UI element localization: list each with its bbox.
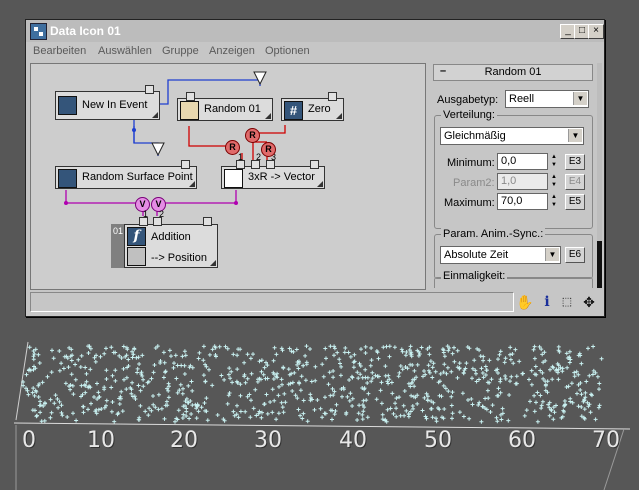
ausgabetyp-label: Ausgabetyp: bbox=[437, 94, 499, 106]
input-port[interactable] bbox=[181, 160, 190, 169]
minimum-spinner[interactable]: 0,0 ▲ ▼ bbox=[497, 153, 559, 170]
resize-corner-icon bbox=[152, 112, 158, 118]
menu-anzeigen[interactable]: Anzeigen bbox=[209, 45, 255, 57]
axis-tick: 50 bbox=[424, 428, 452, 453]
resize-corner-icon bbox=[336, 113, 342, 119]
port-number: 1 bbox=[143, 209, 149, 219]
random-op-node[interactable]: R bbox=[225, 140, 240, 155]
port-number: 2 bbox=[256, 152, 262, 162]
ausgabetyp-select[interactable]: Reell ▼ bbox=[505, 90, 589, 108]
node-graph[interactable]: New In Event Random 01 # Zero Random Sur… bbox=[30, 63, 426, 290]
maximum-event-button[interactable]: E5 bbox=[565, 194, 585, 210]
rollout-title: Random 01 bbox=[484, 66, 542, 78]
resize-corner-icon bbox=[210, 260, 216, 266]
axis-tick: 20 bbox=[170, 428, 198, 453]
param2-label: Param2: bbox=[453, 177, 495, 189]
sync-select[interactable]: Absolute Zeit ▼ bbox=[440, 246, 561, 264]
properties-panel: – Random 01 Ausgabetyp: Reell ▼ Verteilu… bbox=[429, 63, 597, 288]
menu-bearbeiten[interactable]: Bearbeiten bbox=[33, 45, 86, 57]
maximum-label: Maximum: bbox=[444, 197, 495, 209]
select-icon[interactable]: ⬚ bbox=[558, 293, 576, 311]
verteilung-select[interactable]: Gleichmäßig ▼ bbox=[440, 127, 584, 145]
position-icon bbox=[127, 247, 146, 266]
random-op-node[interactable]: R bbox=[261, 142, 276, 157]
hash-icon: # bbox=[284, 101, 303, 120]
port-number: 2 bbox=[159, 209, 165, 219]
menu-auswaehlen[interactable]: Auswählen bbox=[98, 45, 152, 57]
param2-spinner[interactable]: 1,0 ▲ ▼ bbox=[497, 173, 559, 190]
vector-icon bbox=[224, 169, 243, 188]
verteilung-label: Verteilung: bbox=[441, 109, 497, 121]
minimum-label: Minimum: bbox=[447, 157, 495, 169]
einmaligkeit-label: Einmaligkeit: bbox=[441, 270, 508, 282]
title-bar[interactable]: Data Icon 01 _ □ × bbox=[26, 20, 604, 42]
minimum-event-button[interactable]: E3 bbox=[565, 154, 585, 170]
move-icon[interactable]: ✥ bbox=[580, 293, 598, 311]
node-zero[interactable]: # Zero bbox=[281, 98, 344, 121]
axis-tick: 0 bbox=[22, 428, 36, 453]
node-addition[interactable]: f Addition --> Position bbox=[124, 224, 218, 268]
resize-corner-icon bbox=[265, 113, 271, 119]
chevron-down-icon: ▼ bbox=[573, 92, 587, 105]
data-icon-window: Data Icon 01 _ □ × Bearbeiten Auswählen … bbox=[25, 19, 605, 317]
menu-bar: Bearbeiten Auswählen Gruppe Anzeigen Opt… bbox=[26, 42, 604, 60]
port-number: 1 bbox=[238, 152, 244, 162]
window-app-icon bbox=[30, 23, 47, 40]
status-bar bbox=[30, 292, 514, 312]
spinner-arrows-icon[interactable]: ▲ ▼ bbox=[549, 173, 559, 189]
node-new-in-event[interactable]: New In Event bbox=[55, 91, 160, 120]
axis-tick: 10 bbox=[87, 428, 115, 453]
event-icon bbox=[58, 96, 77, 115]
surface-icon bbox=[58, 169, 77, 188]
random-op-node[interactable]: R bbox=[245, 128, 260, 143]
function-icon: f bbox=[127, 227, 146, 246]
spinner-arrows-icon[interactable]: ▲ ▼ bbox=[549, 193, 559, 209]
dice-icon bbox=[180, 101, 199, 120]
rollout-header[interactable]: – Random 01 bbox=[433, 64, 593, 81]
menu-optionen[interactable]: Optionen bbox=[265, 45, 310, 57]
node-random01[interactable]: Random 01 bbox=[177, 98, 273, 121]
resize-corner-icon bbox=[317, 181, 323, 187]
axis-tick: 60 bbox=[508, 428, 536, 453]
sync-event-button[interactable]: E6 bbox=[565, 247, 585, 263]
axis-tick: 30 bbox=[254, 428, 282, 453]
input-port[interactable] bbox=[328, 92, 337, 101]
window-title: Data Icon 01 bbox=[50, 24, 121, 38]
chevron-down-icon: ▼ bbox=[568, 129, 582, 142]
output-port[interactable] bbox=[145, 85, 154, 94]
axis-tick: 70 bbox=[592, 428, 620, 453]
sync-label: Param. Anim.-Sync.: bbox=[441, 228, 546, 240]
node-index-tab: 01 bbox=[111, 224, 125, 268]
menu-gruppe[interactable]: Gruppe bbox=[162, 45, 199, 57]
plane-edge bbox=[15, 341, 29, 421]
maximum-spinner[interactable]: 70,0 ▲ ▼ bbox=[497, 193, 559, 210]
info-icon[interactable]: i bbox=[538, 293, 556, 311]
axis-tick: 40 bbox=[339, 428, 367, 453]
scrollbar-thumb[interactable] bbox=[597, 241, 602, 288]
chevron-down-icon: ▼ bbox=[545, 248, 559, 261]
panel-scrollbar[interactable] bbox=[597, 63, 602, 288]
particles bbox=[21, 344, 604, 424]
input-port[interactable] bbox=[203, 217, 212, 226]
spinner-arrows-icon[interactable]: ▲ ▼ bbox=[549, 153, 559, 169]
node-3xr-vector[interactable]: 3xR -> Vector bbox=[221, 166, 325, 189]
hand-icon[interactable]: ✋ bbox=[516, 293, 534, 311]
node-random-surface-point[interactable]: Random Surface Point bbox=[55, 166, 197, 189]
close-button[interactable]: × bbox=[588, 24, 604, 39]
resize-corner-icon bbox=[189, 181, 195, 187]
input-port[interactable] bbox=[186, 92, 195, 101]
param2-event-button[interactable]: E4 bbox=[565, 174, 585, 190]
input-port[interactable] bbox=[310, 160, 319, 169]
